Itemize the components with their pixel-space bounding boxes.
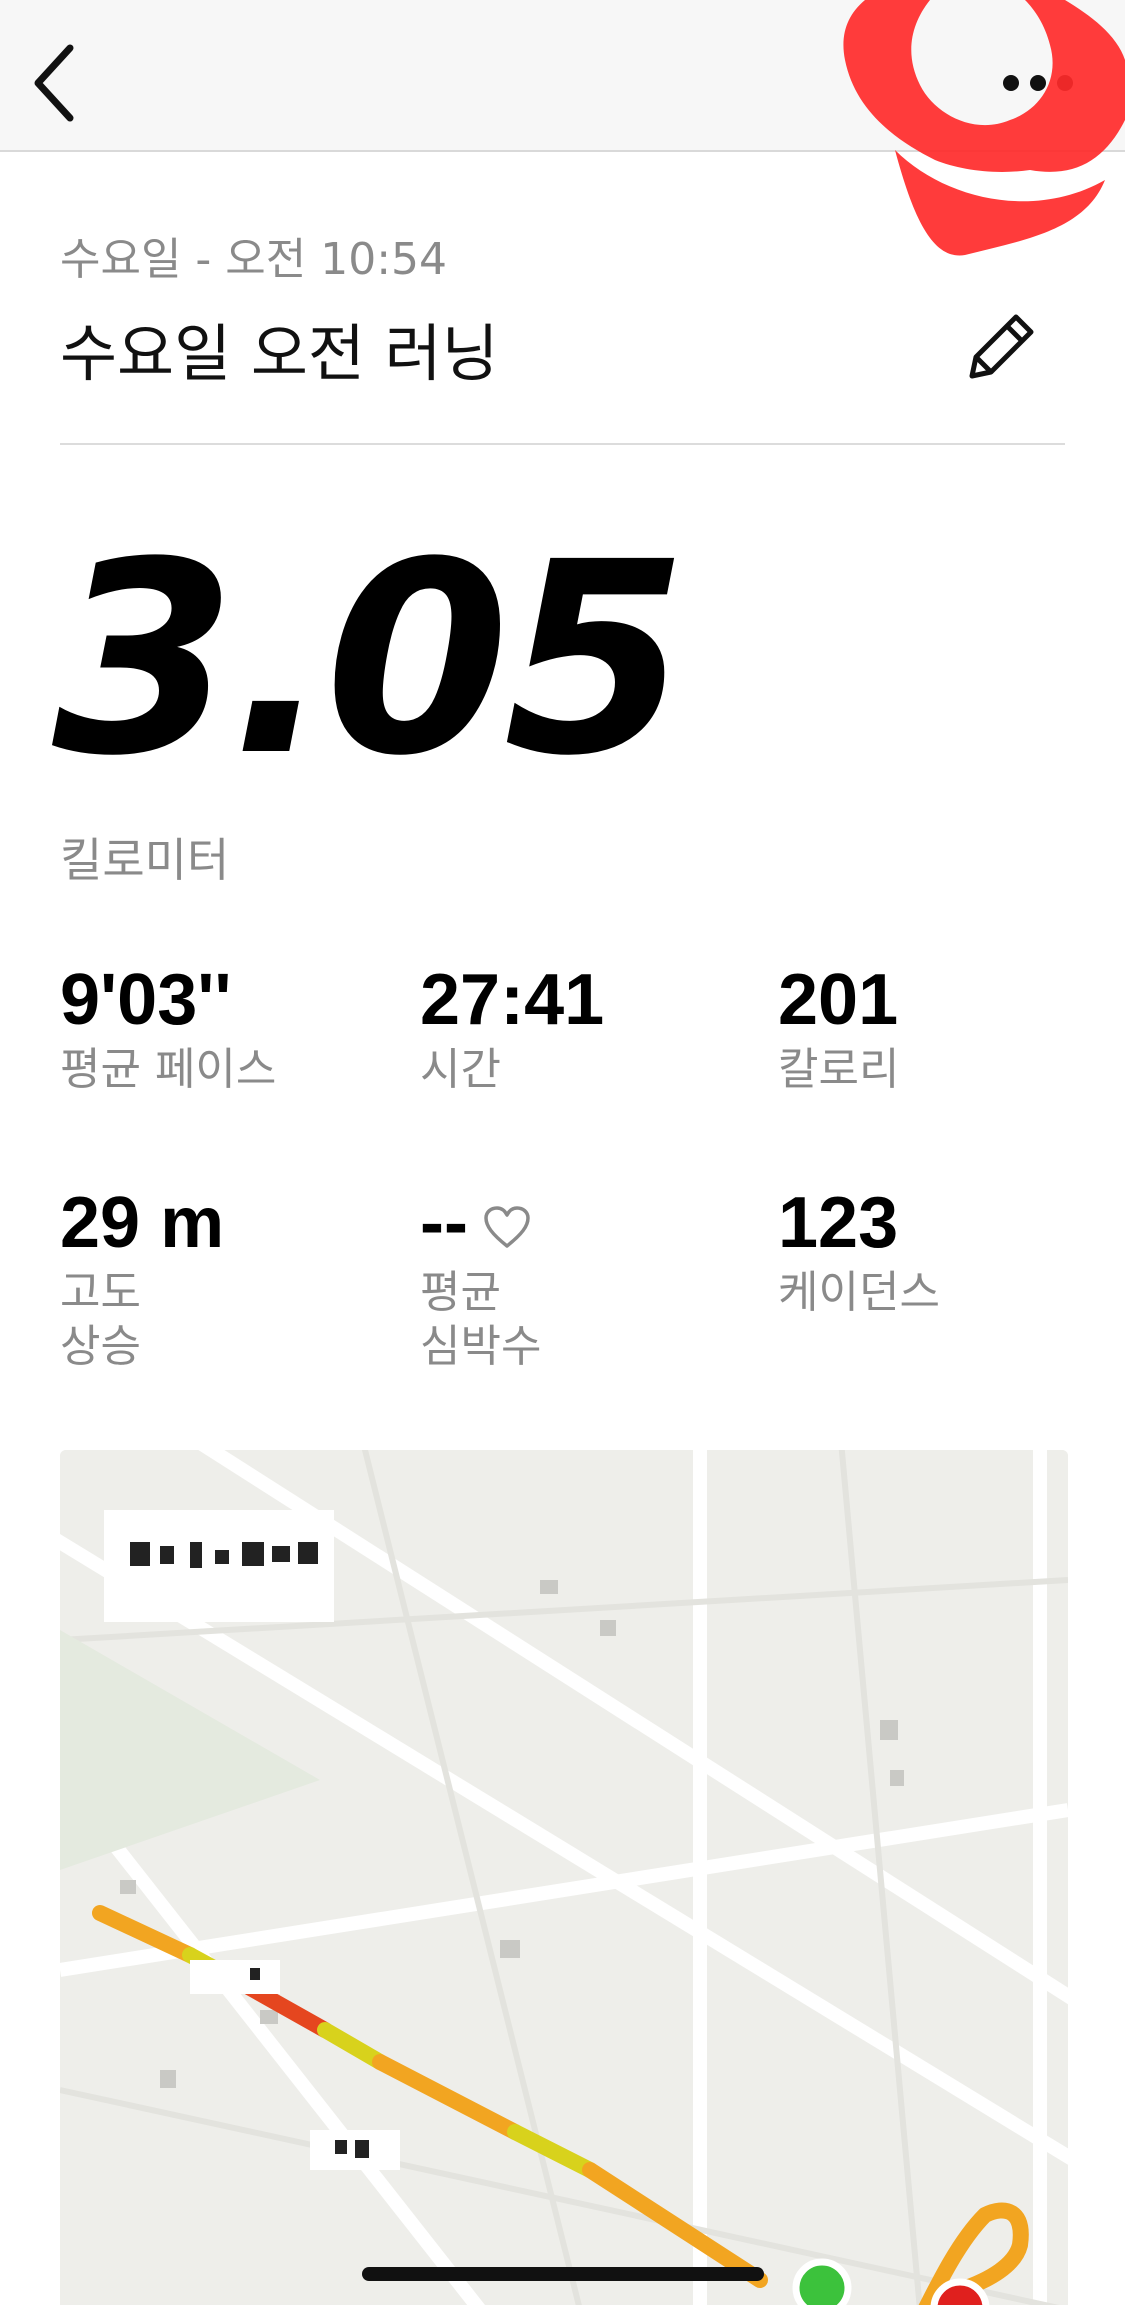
heart-rate-row: --: [420, 1180, 541, 1266]
elevation-value: 29 m: [60, 1183, 225, 1263]
calories-label: 칼로리: [778, 1044, 900, 1095]
avg-pace-value: 9'03'': [60, 960, 232, 1040]
more-horizontal-icon: [1003, 75, 1073, 91]
map-background: [60, 1450, 1068, 2305]
run-date-time: 수요일 - 오전 10:54: [60, 234, 448, 285]
top-navigation-bar: [0, 0, 1125, 152]
pencil-icon: [969, 314, 1034, 379]
stat-cadence: 123 케이던스: [778, 1180, 940, 1320]
elevation-label-line2: 상승: [60, 1321, 141, 1372]
calories-value: 201: [778, 960, 899, 1040]
avg-pace-label: 평균 페이스: [60, 1044, 277, 1095]
home-indicator: [362, 2267, 764, 2281]
run-title: 수요일 오전 러닝: [60, 317, 499, 390]
distance-value: 3.05: [52, 506, 688, 814]
stat-calories: 201 칼로리: [778, 957, 899, 1097]
heart-rate-label-line1: 평균: [420, 1267, 501, 1318]
distance-unit: 킬로미터: [60, 833, 230, 887]
cadence-value: 123: [778, 1183, 899, 1263]
heart-rate-label-line2: 심박수: [420, 1321, 542, 1372]
more-options-button[interactable]: [990, 45, 1090, 125]
heart-rate-value: --: [420, 1183, 468, 1263]
elevation-label-line1: 고도: [60, 1267, 141, 1318]
stat-time: 27:41 시간: [420, 957, 604, 1097]
time-label: 시간: [420, 1044, 501, 1095]
back-button[interactable]: [18, 38, 108, 128]
header-divider: [60, 443, 1065, 445]
time-value: 27:41: [420, 960, 605, 1040]
stat-heart-rate: -- 평균 심박수: [420, 1180, 541, 1374]
cadence-label: 케이던스: [778, 1267, 940, 1318]
edit-title-button[interactable]: [958, 305, 1043, 390]
chevron-left-icon: [34, 44, 74, 122]
heart-icon: [484, 1206, 530, 1248]
stat-elevation: 29 m 고도 상승: [60, 1180, 224, 1374]
stat-avg-pace: 9'03'' 평균 페이스: [60, 957, 276, 1097]
route-map[interactable]: [60, 1450, 1068, 2305]
